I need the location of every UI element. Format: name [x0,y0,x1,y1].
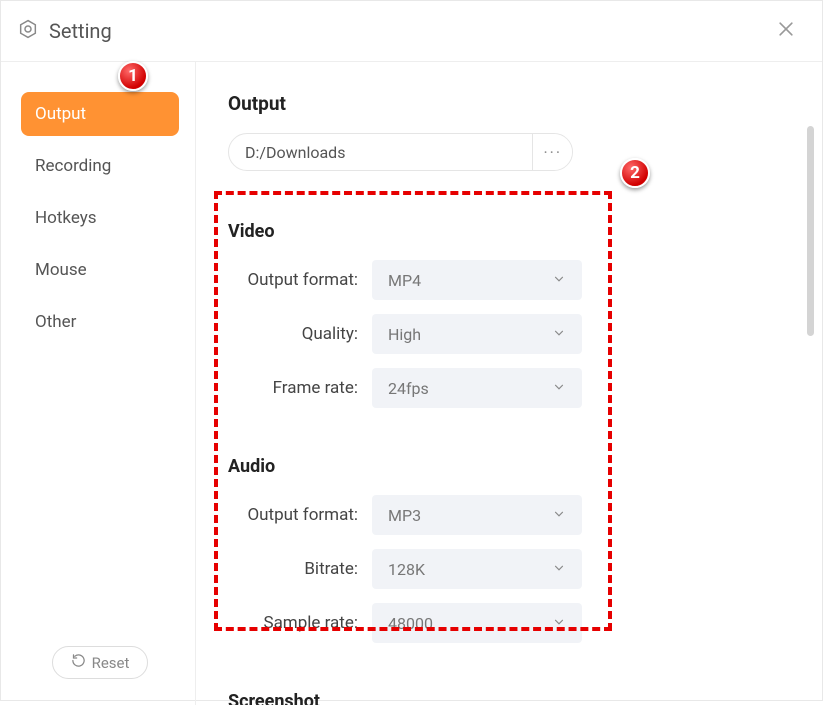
audio-format-label: Output format: [228,505,358,525]
video-format-select[interactable]: MP4 [372,260,582,300]
reset-label: Reset [92,654,130,672]
chevron-down-icon [552,325,566,344]
main-panel: Output ··· Video Output format: MP4 Qual… [196,62,822,705]
video-format-value: MP4 [388,271,421,290]
audio-format-value: MP3 [388,506,421,525]
sidebar-item-output[interactable]: Output [21,92,179,136]
audio-samplerate-label: Sample rate: [228,613,358,633]
reset-button[interactable]: Reset [52,646,149,679]
audio-format-select[interactable]: MP3 [372,495,582,535]
audio-bitrate-value: 128K [388,560,425,579]
video-format-label: Output format: [228,270,358,290]
refresh-icon [71,653,86,672]
video-quality-label: Quality: [228,324,358,344]
video-quality-select[interactable]: High [372,314,582,354]
sidebar-item-mouse[interactable]: Mouse [21,248,179,292]
output-heading: Output [228,92,790,115]
audio-samplerate-value: 48000 [388,614,433,633]
audio-format-row: Output format: MP3 [228,495,790,535]
title-bar: Setting [1,1,822,62]
chevron-down-icon [552,614,566,633]
chevron-down-icon [552,379,566,398]
video-framerate-select[interactable]: 24fps [372,368,582,408]
audio-heading: Audio [228,456,790,477]
video-framerate-value: 24fps [388,379,429,398]
nav-list: Output Recording Hotkeys Mouse Other [21,92,179,344]
browse-button[interactable]: ··· [532,134,572,170]
video-quality-value: High [388,325,421,344]
gear-icon [17,18,39,44]
audio-samplerate-row: Sample rate: 48000 [228,603,790,643]
window-title: Setting [49,19,112,43]
chevron-down-icon [552,560,566,579]
video-quality-row: Quality: High [228,314,790,354]
audio-bitrate-select[interactable]: 128K [372,549,582,589]
output-path-input[interactable] [229,135,532,170]
sidebar-item-hotkeys[interactable]: Hotkeys [21,196,179,240]
audio-bitrate-label: Bitrate: [228,559,358,579]
output-path-field: ··· [228,133,573,171]
video-section: Video Output format: MP4 Quality: High [228,221,790,408]
audio-samplerate-select[interactable]: 48000 [372,603,582,643]
header-left: Setting [17,18,112,44]
sidebar-item-other[interactable]: Other [21,300,179,344]
scrollbar[interactable] [807,126,814,336]
video-framerate-row: Frame rate: 24fps [228,368,790,408]
screenshot-heading: Screenshot [228,691,790,705]
chevron-down-icon [552,506,566,525]
video-heading: Video [228,221,790,242]
audio-section: Audio Output format: MP3 Bitrate: 128K [228,456,790,643]
audio-bitrate-row: Bitrate: 128K [228,549,790,589]
video-format-row: Output format: MP4 [228,260,790,300]
close-button[interactable] [772,15,800,47]
chevron-down-icon [552,271,566,290]
sidebar: Output Recording Hotkeys Mouse Other Res… [1,62,196,705]
sidebar-item-recording[interactable]: Recording [21,144,179,188]
video-framerate-label: Frame rate: [228,378,358,398]
